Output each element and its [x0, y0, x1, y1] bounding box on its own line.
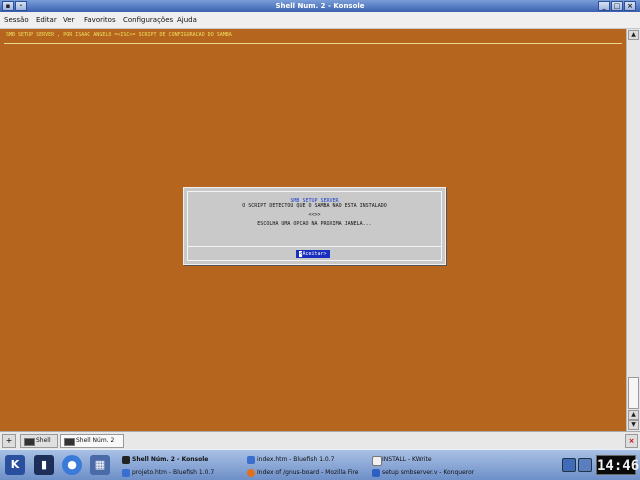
maximize-icon[interactable]: □ — [611, 1, 623, 11]
task-label: Index of /gnus-board - Mozilla Fire — [257, 469, 359, 476]
kde-menu-icon[interactable]: K — [5, 455, 25, 475]
task-mozilla[interactable]: Index of /gnus-board - Mozilla Fire — [246, 467, 364, 479]
task-label: Shell Núm. 2 - Konsole — [132, 456, 209, 463]
menu-bar: Sessão Editar Ver Favoritos Configuraçõe… — [0, 12, 640, 29]
setup-dialog: SMB SETUP SERVER O SCRIPT DETECTOU QUE O… — [183, 187, 446, 265]
window-title-bar[interactable]: ▪ · Shell Num. 2 - Konsole _ □ × — [0, 0, 640, 12]
konqueror-icon — [372, 469, 380, 477]
bluefish-icon — [247, 456, 255, 464]
konsole-icon — [122, 456, 130, 464]
task-kwrite[interactable]: INSTALL - KWrite — [371, 454, 489, 466]
task-label: index.htm - Bluefish 1.0.7 — [257, 456, 335, 463]
task-konsole[interactable]: Shell Núm. 2 - Konsole — [121, 454, 239, 466]
firefox-icon — [247, 469, 255, 477]
task-label: INSTALL - KWrite — [382, 456, 432, 463]
menu-favoritos[interactable]: Favoritos — [84, 12, 116, 29]
header-divider — [4, 43, 622, 44]
scroll-up-icon[interactable]: ▲ — [628, 30, 639, 40]
menu-ajuda[interactable]: Ajuda — [177, 12, 197, 29]
new-session-icon[interactable]: + — [2, 434, 16, 448]
display-tray-icon[interactable] — [578, 458, 592, 472]
close-session-icon[interactable]: × — [625, 434, 638, 448]
scroll-thumb[interactable] — [628, 377, 639, 409]
scroll-up-lower-icon[interactable]: ▲ — [628, 410, 639, 420]
terminal-launcher-icon[interactable]: ▮ — [34, 455, 54, 475]
menu-editar[interactable]: Editar — [36, 12, 57, 29]
close-icon[interactable]: × — [624, 1, 636, 11]
tab-label: Shell Núm. 2 — [76, 437, 115, 444]
bluefish-icon — [122, 469, 130, 477]
scroll-down-icon[interactable]: ▼ — [628, 420, 639, 430]
vertical-scrollbar[interactable]: ▲ ▲ ▼ — [626, 29, 640, 431]
terminal-header: SMB SETUP SERVER , POR ISAAC ANGELO =<IS… — [6, 32, 232, 38]
taskbar: K ▮ ● ▦ Shell Núm. 2 - Konsole projeto.h… — [0, 449, 640, 480]
dialog-separator — [187, 246, 442, 247]
clock[interactable]: 14:46 — [596, 455, 639, 475]
tab-label: Shell — [36, 437, 51, 444]
accept-button[interactable]: <Aceitar> — [296, 250, 330, 258]
terminal-area[interactable]: SMB SETUP SERVER , POR ISAAC ANGELO =<IS… — [0, 29, 626, 431]
kwrite-icon — [372, 456, 382, 466]
network-tray-icon[interactable] — [562, 458, 576, 472]
menu-configuracoes[interactable]: Configurações — [123, 12, 173, 29]
task-label: setup smbserver.v - Konqueror — [382, 469, 475, 476]
tab-shell-num-2[interactable]: Shell Núm. 2 — [60, 434, 124, 448]
terminal-icon — [64, 438, 75, 446]
dialog-line-3: ESCOLHA UMA OPCAO NA PROXIMA JANELA... — [257, 221, 372, 227]
dialog-line-1: O SCRIPT DETECTOU QUE O SAMBA NAO ESTA I… — [242, 203, 387, 209]
browser-launcher-icon[interactable]: ● — [62, 455, 82, 475]
menu-sessao[interactable]: Sessão — [4, 12, 29, 29]
desktop-switcher-icon[interactable]: ▦ — [90, 455, 110, 475]
tab-shell[interactable]: Shell — [20, 434, 58, 448]
task-bluefish-projeto[interactable]: projeto.htm - Bluefish 1.0.7 — [121, 467, 239, 479]
accept-button-label: Aceitar> — [302, 251, 327, 257]
task-label: projeto.htm - Bluefish 1.0.7 — [132, 469, 215, 476]
task-bluefish-index[interactable]: index.htm - Bluefish 1.0.7 — [246, 454, 364, 466]
minimize-icon[interactable]: _ — [598, 1, 610, 11]
terminal-icon — [24, 438, 35, 446]
session-tab-bar: + Shell Shell Núm. 2 × — [0, 431, 640, 449]
task-konqueror[interactable]: setup smbserver.v - Konqueror — [371, 467, 489, 479]
dialog-line-2: <<>> — [308, 212, 321, 218]
menu-ver[interactable]: Ver — [63, 12, 74, 29]
window-title: Shell Num. 2 - Konsole — [275, 2, 365, 10]
